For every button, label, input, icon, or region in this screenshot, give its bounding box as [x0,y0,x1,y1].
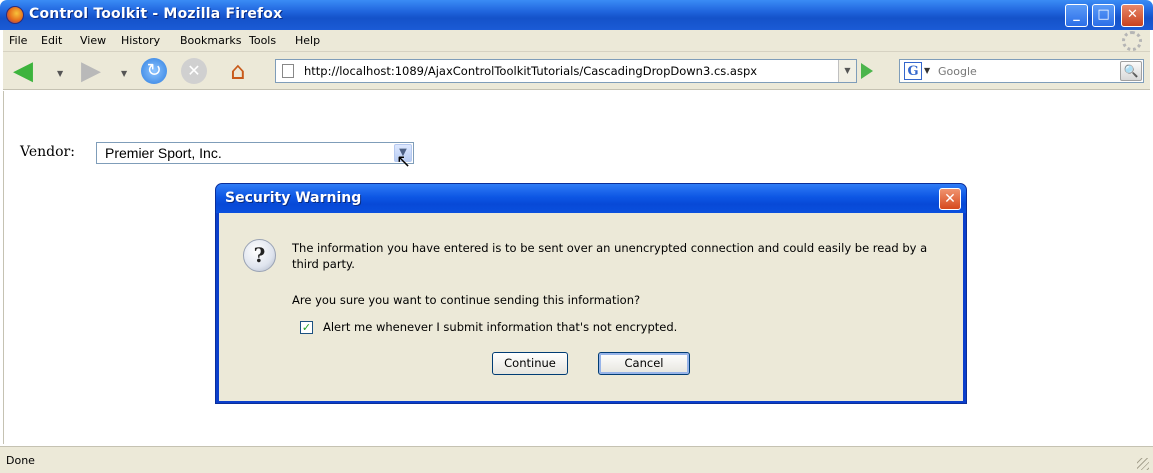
menu-bookmarks[interactable]: Bookmarks [180,34,241,47]
vendor-dropdown[interactable]: Premier Sport, Inc. ▼ [96,142,414,164]
back-arrow-icon[interactable]: ◀ [9,58,37,84]
status-text: Done [6,454,35,467]
cancel-button[interactable]: Cancel [598,352,690,375]
menu-view[interactable]: View [80,34,106,47]
dialog-question: Are you sure you want to continue sendin… [292,293,641,307]
close-icon: ✕ [1127,7,1138,22]
home-icon[interactable]: ⌂ [223,58,253,84]
google-engine-icon[interactable]: G [904,62,922,80]
menu-edit[interactable]: Edit [41,34,62,47]
minimize-button[interactable]: _ [1065,4,1088,27]
go-arrow-icon[interactable] [861,63,873,79]
menu-bar: File Edit View History Bookmarks Tools H… [3,30,1150,52]
page-icon [282,64,294,78]
search-bar[interactable]: G ▼ Google 🔍 [899,59,1144,83]
security-warning-dialog: Security Warning ✕ ? The information you… [215,183,967,404]
dialog-title: Security Warning [225,190,362,206]
question-icon: ? [243,239,276,272]
forward-history-dropdown-icon[interactable]: ▼ [121,69,127,78]
checkmark-icon: ✓ [301,321,312,334]
back-history-dropdown-icon[interactable]: ▼ [57,69,63,78]
search-magnifier-icon[interactable]: 🔍 [1120,61,1142,81]
chevron-down-icon: ▼ [844,66,851,75]
menu-tools[interactable]: Tools [249,34,276,47]
resize-grip-icon[interactable] [1137,458,1149,470]
maximize-button[interactable]: □ [1092,4,1115,27]
continue-button[interactable]: Continue [492,352,568,375]
alert-checkbox[interactable]: ✓ [300,321,313,334]
menu-history[interactable]: History [121,34,160,47]
url-text[interactable]: http://localhost:1089/AjaxControlToolkit… [304,64,757,78]
maximize-icon: □ [1097,7,1110,22]
url-history-dropdown[interactable]: ▼ [838,60,856,82]
mouse-cursor-icon: ↖ [396,151,412,172]
engine-dropdown-icon[interactable]: ▼ [924,66,930,75]
vendor-label: Vendor: [20,144,75,160]
url-bar[interactable]: http://localhost:1089/AjaxControlToolkit… [275,59,857,83]
search-input[interactable]: Google [938,65,977,78]
window-title: Control Toolkit - Mozilla Firefox [29,6,283,22]
firefox-logo-icon [6,6,24,24]
stop-icon[interactable]: ✕ [181,58,207,84]
minimize-icon: _ [1073,7,1080,22]
vendor-selected-value: Premier Sport, Inc. [105,145,222,161]
status-bar: Done [0,446,1153,473]
close-icon: ✕ [944,191,956,207]
window-titlebar[interactable]: Control Toolkit - Mozilla Firefox _ □ ✕ [0,0,1153,30]
forward-arrow-icon[interactable]: ▶ [77,58,105,84]
throbber-icon [1122,31,1142,51]
dialog-titlebar[interactable]: Security Warning ✕ [216,184,966,213]
dialog-body: ? The information you have entered is to… [219,213,963,401]
dialog-message: The information you have entered is to b… [292,241,928,271]
navigation-toolbar: ◀ ▼ ▶ ▼ ↻ ✕ ⌂ http://localhost:1089/Ajax… [3,52,1150,90]
alert-checkbox-label[interactable]: Alert me whenever I submit information t… [323,320,677,334]
close-button[interactable]: ✕ [1121,4,1144,27]
menu-help[interactable]: Help [295,34,320,47]
reload-icon[interactable]: ↻ [141,58,167,84]
menu-file[interactable]: File [9,34,27,47]
dialog-close-button[interactable]: ✕ [939,188,961,210]
